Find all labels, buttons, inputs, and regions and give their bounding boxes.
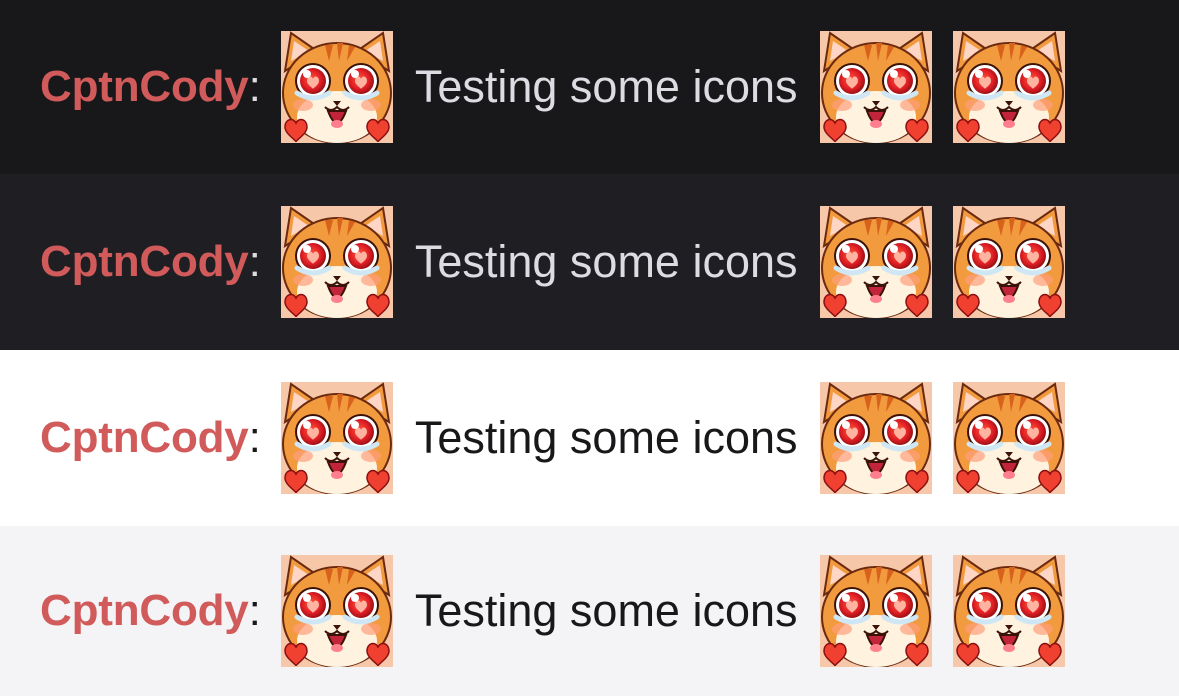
heart-eyes-cat-emote-icon[interactable] — [820, 555, 932, 667]
chat-message: CptnCody: Testing some icons — [0, 526, 1179, 696]
chat-message-text: Testing some icons — [414, 61, 798, 112]
chat-username[interactable]: CptnCody — [40, 62, 249, 112]
heart-eyes-cat-emote-icon[interactable] — [953, 555, 1065, 667]
heart-eyes-cat-emote-icon[interactable] — [953, 382, 1065, 494]
chat-message: CptnCody: Testing some icons — [0, 0, 1179, 174]
heart-eyes-cat-emote-icon[interactable] — [281, 206, 393, 318]
chat-username[interactable]: CptnCody — [40, 586, 249, 636]
heart-eyes-cat-emote-icon[interactable] — [820, 31, 932, 143]
chat-message-text: Testing some icons — [414, 412, 798, 463]
chat-separator: : — [248, 586, 261, 635]
chat-message-text: Testing some icons — [414, 236, 798, 287]
heart-eyes-cat-emote-icon[interactable] — [953, 31, 1065, 143]
heart-eyes-cat-emote-icon[interactable] — [820, 382, 932, 494]
heart-eyes-cat-emote-icon[interactable] — [281, 555, 393, 667]
chat-separator: : — [248, 413, 261, 462]
chat-username[interactable]: CptnCody — [40, 413, 249, 463]
chat-message: CptnCody: Testing some icons — [0, 350, 1179, 526]
heart-eyes-cat-emote-icon[interactable] — [953, 206, 1065, 318]
chat-separator: : — [248, 62, 261, 111]
chat-message: CptnCody: Testing some icons — [0, 174, 1179, 350]
chat-username[interactable]: CptnCody — [40, 237, 249, 287]
heart-eyes-cat-emote-icon[interactable] — [281, 382, 393, 494]
chat-separator: : — [248, 237, 261, 286]
heart-eyes-cat-emote-icon[interactable] — [820, 206, 932, 318]
chat-log: CptnCody: Testing some icons CptnCody: Test… — [0, 0, 1179, 696]
heart-eyes-cat-emote-icon[interactable] — [281, 31, 393, 143]
chat-message-text: Testing some icons — [414, 585, 798, 636]
